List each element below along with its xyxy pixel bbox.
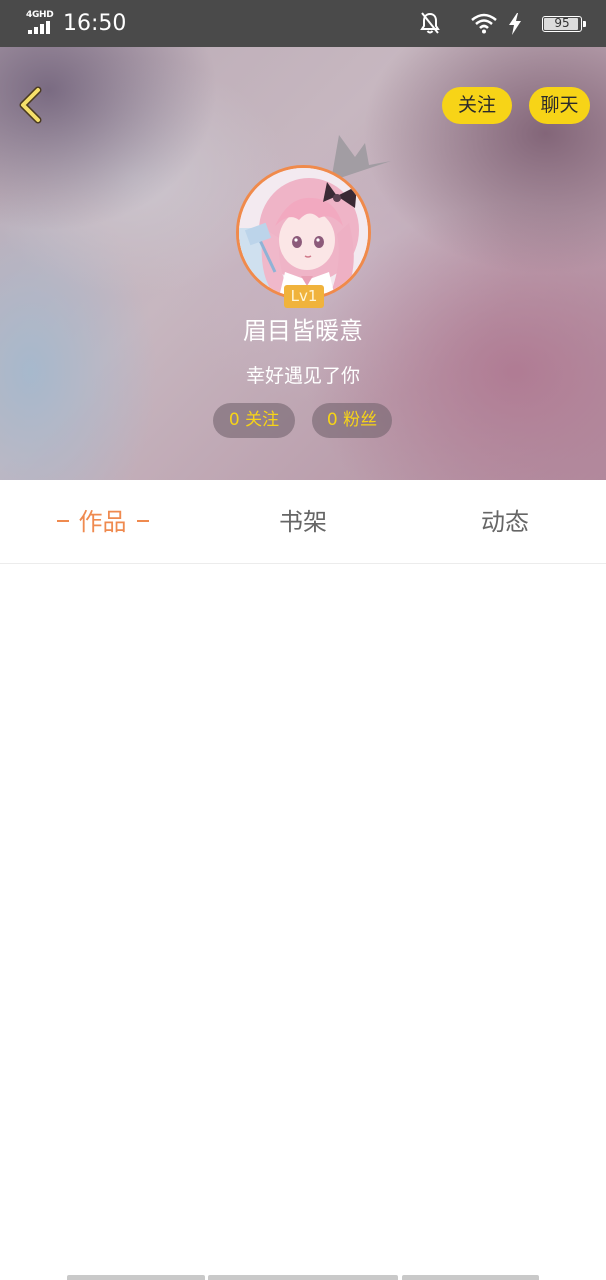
chat-button[interactable]: 聊天 xyxy=(529,87,590,124)
profile-screen: 4GHD 16:50 95 关注 聊天 Lv1 眉目皆暖意 幸好遇见了你 0 关… xyxy=(0,0,606,1280)
works-content-area xyxy=(0,565,606,1270)
follow-button[interactable]: 关注 xyxy=(442,87,512,124)
fans-count-button[interactable]: 0 粉丝 xyxy=(312,403,392,438)
following-count-button[interactable]: 0 关注 xyxy=(213,403,295,438)
tab-bookshelf-label: 书架 xyxy=(279,508,327,536)
network-type-label: 4GHD xyxy=(26,10,54,20)
bio-text: 幸好遇见了你 xyxy=(245,365,360,387)
tab-active-dash-right xyxy=(136,520,149,522)
profile-header: 关注 聊天 Lv1 眉目皆暖意 幸好遇见了你 0 关注 0 粉丝 xyxy=(0,47,606,480)
bottom-scroll-indicators xyxy=(0,1275,606,1280)
username: 眉目皆暖意 xyxy=(243,317,363,345)
tab-bookshelf[interactable]: 书架 xyxy=(232,480,374,564)
status-time: 16:50 xyxy=(63,11,127,36)
tab-activity[interactable]: 动态 xyxy=(434,480,576,564)
battery-percent: 95 xyxy=(554,16,570,30)
battery-icon: 95 xyxy=(542,16,586,32)
wifi-icon xyxy=(471,13,497,34)
avatar[interactable] xyxy=(236,165,371,300)
tab-works[interactable]: 作品 xyxy=(30,480,175,564)
mute-bell-icon xyxy=(420,12,440,34)
avatar-image xyxy=(239,168,368,297)
signal-icon: 4GHD xyxy=(26,10,56,34)
tab-active-dash-left xyxy=(56,520,69,522)
back-button[interactable] xyxy=(10,82,56,128)
status-bar: 4GHD 16:50 95 xyxy=(0,0,606,47)
profile-tabs: 作品 书架 动态 xyxy=(0,480,606,564)
level-badge: Lv1 xyxy=(284,285,324,308)
tab-activity-label: 动态 xyxy=(481,508,529,536)
charging-icon xyxy=(509,13,521,35)
tab-works-label: 作品 xyxy=(78,508,127,536)
chevron-left-icon xyxy=(19,86,42,124)
